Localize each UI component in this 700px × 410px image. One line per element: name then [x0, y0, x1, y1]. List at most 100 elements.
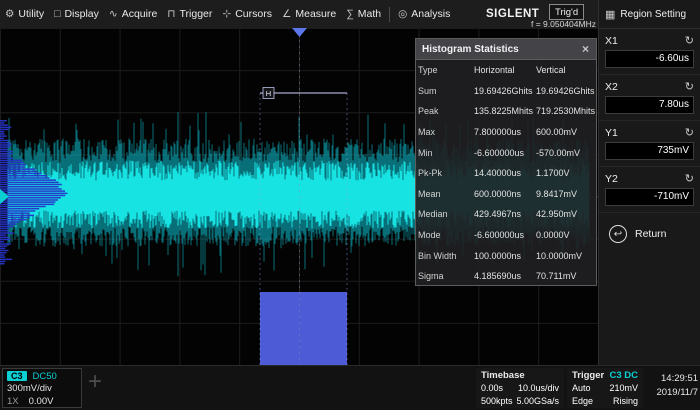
stat-vertical: 10.0000mV	[536, 251, 598, 261]
stat-horizontal: 600.0000ns	[474, 189, 536, 199]
field-label: X2	[605, 81, 618, 93]
stats-row: Mode-6.600000us0.0000V	[416, 225, 596, 246]
stats-panel-header[interactable]: Histogram Statistics ×	[416, 39, 596, 60]
add-channel-icon[interactable]: +	[88, 368, 102, 396]
stat-label: Min	[418, 148, 474, 158]
y1-value-input[interactable]: 735mV	[605, 142, 694, 160]
stats-panel-title: Histogram Statistics	[422, 44, 519, 55]
stat-vertical: -570.00mV	[536, 148, 598, 158]
stat-label: Type	[418, 65, 474, 75]
refresh-icon[interactable]: ↻	[685, 126, 694, 139]
measure-icon: ∠	[282, 8, 291, 20]
menu-item-display[interactable]: □ Display	[49, 0, 104, 28]
menu-item-utility[interactable]: ⚙ Utility	[0, 0, 49, 28]
region-grid-icon: ▦	[605, 8, 615, 21]
stat-horizontal: 7.800000us	[474, 127, 536, 137]
stat-label: Peak	[418, 106, 474, 116]
stat-vertical: 42.950mV	[536, 209, 598, 219]
refresh-icon[interactable]: ↻	[685, 34, 694, 47]
stat-label: Bin Width	[418, 251, 474, 261]
top-menu-bar: ⚙ Utility □ Display ∿ Acquire ⊓Trigger ⊹ Cur…	[0, 0, 598, 29]
region-handle-label: H	[266, 89, 271, 98]
histogram-statistics-panel: Histogram Statistics × TypeHorizontalVer…	[415, 38, 597, 286]
stat-label: Max	[418, 127, 474, 137]
stats-row: Sum19.69426Ghits19.69426Ghits	[416, 81, 596, 102]
region-handle[interactable]: H	[263, 88, 274, 99]
trigger-type: Edge	[572, 396, 593, 406]
menu-item-math[interactable]: ∑ Math	[341, 0, 386, 28]
utility-icon: ⚙	[5, 8, 14, 20]
stat-label: Sigma	[418, 271, 474, 281]
y2-value-input[interactable]: -710mV	[605, 188, 694, 206]
stats-row: Mean600.0000ns9.8417mV	[416, 184, 596, 205]
menu-item-label: Cursors	[235, 8, 272, 20]
refresh-icon[interactable]: ↻	[685, 80, 694, 93]
channel-probe: 1X	[7, 396, 19, 407]
return-button[interactable]: ↩ Return	[599, 225, 700, 243]
menu-item-trigger[interactable]: ⊓Trigger	[162, 0, 217, 28]
return-arrow-icon: ↩	[609, 225, 627, 243]
stats-row: Sigma4.185690us70.711mV	[416, 266, 596, 287]
time-display: 14:29:51	[646, 372, 698, 386]
stats-row: Min-6.600000us-570.00mV	[416, 142, 596, 163]
timebase-scale: 10.0us/div	[518, 383, 559, 393]
menu-item-label: Math	[358, 8, 381, 20]
return-label: Return	[635, 228, 667, 240]
trigger-edge-icon: ⊓	[167, 8, 175, 20]
date-display: 2019/11/7	[646, 386, 698, 400]
stat-vertical: 0.0000V	[536, 230, 598, 240]
trigger-panel[interactable]: TriggerC3 DC Auto210mV EdgeRising	[567, 368, 643, 408]
menu-item-label: Display	[64, 8, 98, 20]
field-label: Y2	[605, 173, 618, 185]
menu-item-acquire[interactable]: ∿ Acquire	[104, 0, 162, 28]
stats-row: Pk-Pk14.40000us1.1700V	[416, 163, 596, 184]
menu-item-measure[interactable]: ∠Measure	[277, 0, 341, 28]
stats-row: TypeHorizontalVertical	[416, 60, 596, 81]
x1-value-input[interactable]: -6.60us	[605, 50, 694, 68]
menu-item-label: Acquire	[122, 8, 158, 20]
stat-horizontal: -6.600000us	[474, 148, 536, 158]
refresh-icon[interactable]: ↻	[685, 172, 694, 185]
stat-horizontal: Horizontal	[474, 65, 536, 75]
display-icon: □	[54, 8, 60, 20]
timebase-panel[interactable]: Timebase 0.00s10.0us/div 500kpts5.00GSa/…	[476, 368, 564, 408]
trigger-position-marker[interactable]	[292, 28, 307, 37]
x2-value-input[interactable]: 7.80us	[605, 96, 694, 114]
channel-descriptor[interactable]: C3 DC50 300mV/div 1X 0.00V	[2, 368, 82, 408]
math-icon: ∑	[346, 8, 354, 20]
cursors-icon: ⊹	[222, 8, 231, 20]
sidebar-title: Region Setting	[620, 9, 686, 20]
timebase-delay: 0.00s	[481, 383, 503, 393]
stat-vertical: 70.711mV	[536, 271, 598, 281]
timebase-memory: 500kpts	[481, 396, 513, 406]
stat-horizontal: 100.0000ns	[474, 251, 536, 261]
trigger-status-badge: Trig'd	[549, 4, 584, 20]
stats-row: Bin Width100.0000ns10.0000mV	[416, 245, 596, 266]
stat-vertical: 1.1700V	[536, 168, 598, 178]
close-icon[interactable]: ×	[579, 43, 592, 55]
clock: 14:29:51 2019/11/7	[646, 372, 698, 400]
stat-horizontal: 19.69426Ghits	[474, 86, 536, 96]
stat-horizontal: 4.185690us	[474, 271, 536, 281]
menu-item-cursors[interactable]: ⊹ Cursors	[217, 0, 277, 28]
stats-row: Peak135.8225Mhits719.2530Mhits	[416, 101, 596, 122]
menu-separator	[389, 7, 390, 22]
stat-label: Mean	[418, 189, 474, 199]
sidebar-header: ▦ Region Setting	[599, 0, 700, 29]
trigger-level: 210mV	[609, 383, 638, 393]
stat-vertical: 719.2530Mhits	[536, 106, 598, 116]
trigger-mode: Auto	[572, 383, 591, 393]
field-y1: Y1↻ 735mV	[599, 121, 700, 167]
stat-label: Pk-Pk	[418, 168, 474, 178]
stat-vertical: 600.00mV	[536, 127, 598, 137]
trigger-source: C3 DC	[609, 370, 638, 381]
analysis-icon: ◎	[398, 8, 407, 20]
region-setting-sidebar: ▦ Region Setting X1↻ -6.60us X2↻ 7.80us …	[598, 0, 700, 365]
stat-label: Median	[418, 209, 474, 219]
stat-vertical: 9.8417mV	[536, 189, 598, 199]
menu-item-analysis[interactable]: ◎Analysis	[393, 0, 455, 28]
field-x1: X1↻ -6.60us	[599, 29, 700, 75]
acquire-icon: ∿	[109, 8, 118, 20]
stat-label: Sum	[418, 86, 474, 96]
menu-item-label: Utility	[18, 8, 44, 20]
